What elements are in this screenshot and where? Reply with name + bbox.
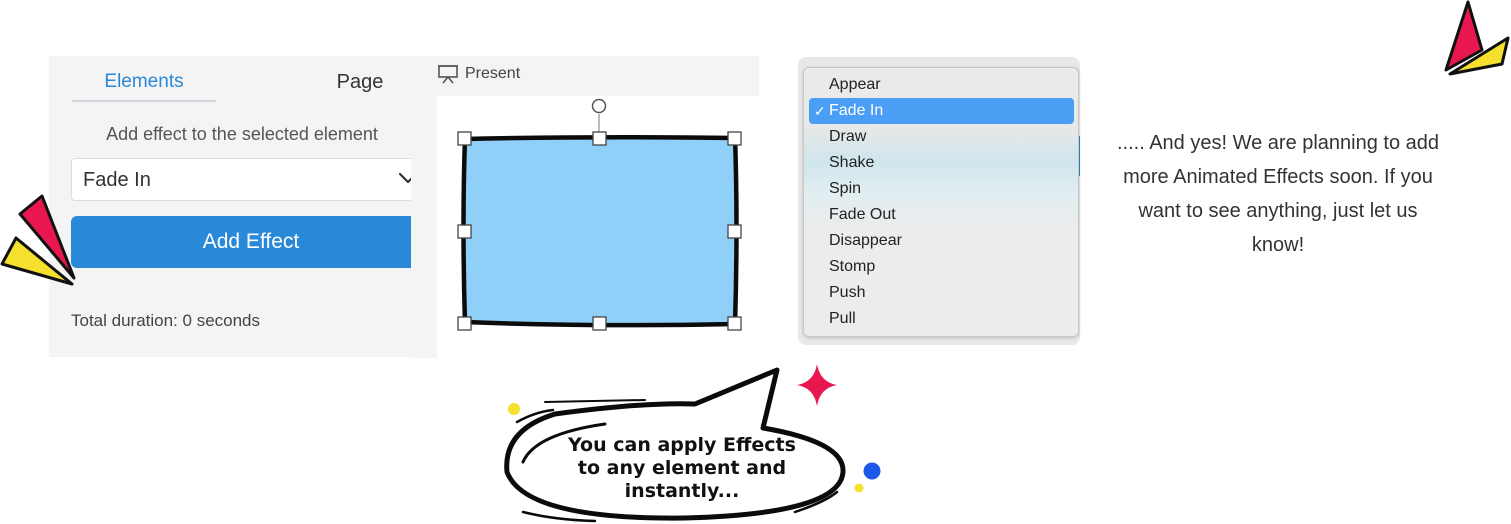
menu-item-stomp[interactable]: Stomp	[809, 254, 1074, 280]
burst-decoration-left	[0, 194, 76, 286]
effect-select-value: Fade In	[83, 169, 151, 191]
menu-item-appear[interactable]: Appear	[809, 72, 1074, 98]
info-text: ..... And yes! We are planning to add mo…	[1116, 132, 1440, 256]
menu-item-draw[interactable]: Draw	[809, 124, 1074, 150]
tab-elements[interactable]: Elements	[72, 70, 216, 102]
effect-select[interactable]: Fade In	[71, 158, 430, 201]
menu-item-label: Spin	[829, 180, 862, 197]
total-duration-label: Total duration: 0 seconds	[71, 311, 261, 330]
tab-page[interactable]: Page	[320, 70, 400, 94]
speech-bubble-text: You can apply Effects to any element and…	[568, 434, 796, 502]
canvas-gutter	[411, 96, 437, 358]
present-button[interactable]: Present	[437, 64, 520, 88]
selected-rectangle-shape[interactable]	[455, 96, 747, 332]
menu-item-label: Push	[829, 284, 866, 301]
add-effect-button[interactable]: Add Effect	[71, 216, 431, 268]
menu-item-label: Pull	[829, 310, 856, 327]
menu-item-disappear[interactable]: Disappear	[809, 228, 1074, 254]
effect-dropdown-menu: Appear ✓ Fade In Draw Shake Spin Fade Out…	[803, 67, 1079, 337]
menu-item-label: Appear	[829, 76, 881, 93]
menu-item-label: Fade Out	[829, 206, 896, 223]
burst-decoration-top-right	[1444, 0, 1510, 76]
menu-item-label: Stomp	[829, 258, 876, 275]
menu-item-label: Fade In	[829, 102, 884, 119]
checkmark-icon: ✓	[814, 103, 826, 119]
menu-item-push[interactable]: Push	[809, 280, 1074, 306]
menu-item-spin[interactable]: Spin	[809, 176, 1074, 202]
menu-item-shake[interactable]: Shake	[809, 150, 1074, 176]
present-label: Present	[465, 65, 521, 83]
menu-item-fade-in[interactable]: ✓ Fade In	[809, 98, 1074, 124]
menu-item-label: Draw	[829, 128, 867, 145]
menu-item-pull[interactable]: Pull	[809, 306, 1074, 332]
menu-item-label: Disappear	[829, 232, 902, 249]
presentation-icon	[438, 65, 458, 84]
effect-hint-label: Add effect to the selected element	[106, 124, 378, 144]
menu-item-fade-out[interactable]: Fade Out	[809, 202, 1074, 228]
menu-item-label: Shake	[829, 154, 875, 171]
